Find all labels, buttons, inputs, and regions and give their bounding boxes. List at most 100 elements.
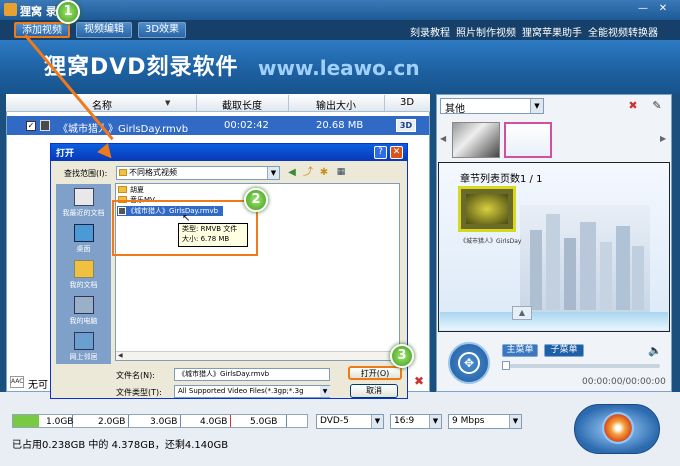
building-shape — [616, 226, 630, 310]
new-folder-icon[interactable]: ✱ — [318, 166, 330, 179]
network-icon[interactable] — [74, 332, 94, 350]
chevron-down-icon: ▼ — [530, 99, 543, 113]
app-logo-icon — [4, 3, 17, 16]
chapter-thumbnail-image — [466, 194, 508, 224]
recent-documents-icon[interactable] — [74, 188, 94, 206]
delete-icon[interactable]: ✖ — [412, 374, 426, 388]
scroll-left-icon[interactable]: ◀ — [118, 352, 123, 359]
dialog-close-button[interactable]: ✕ — [390, 146, 403, 159]
3d-effect-button[interactable]: 3D效果 — [138, 22, 186, 38]
title-bar — [0, 0, 680, 20]
edit-video-button[interactable]: 视频编辑 — [76, 22, 132, 38]
column-divider — [288, 95, 289, 111]
cancel-button[interactable]: 取消 — [350, 384, 398, 398]
step-badge: 1 — [56, 0, 80, 24]
thumb-prev-icon[interactable]: ◀ — [440, 124, 448, 154]
aspect-value: 16:9 — [394, 416, 415, 426]
column-divider — [384, 95, 385, 111]
place-my-documents[interactable]: 我的文档 — [56, 280, 111, 290]
up-folder-icon[interactable]: ⤴ — [302, 166, 314, 179]
place-my-computer[interactable]: 我的电脑 — [56, 316, 111, 326]
chevron-down-icon: ▼ — [267, 167, 279, 179]
capacity-tick-label: 2.0GB — [98, 417, 126, 427]
row-checkbox[interactable]: ✓ — [26, 121, 36, 131]
chevron-down-icon: ▼ — [371, 415, 383, 428]
minimize-icon[interactable]: — — [636, 3, 650, 16]
page-up-icon[interactable]: ▲ — [512, 306, 532, 320]
step-badge: 3 — [390, 344, 414, 368]
edit-template-icon[interactable]: ✎ — [650, 99, 664, 113]
audio-label: 无可 — [28, 380, 48, 391]
progress-handle[interactable] — [502, 361, 510, 370]
close-icon[interactable]: ✕ — [656, 3, 670, 16]
desktop-icon[interactable] — [74, 224, 94, 242]
thumb-next-icon[interactable]: ▶ — [660, 124, 668, 154]
capacity-tick-label: 3.0GB — [150, 417, 178, 427]
disc-type-select[interactable]: DVD-5 ▼ — [316, 414, 384, 429]
chevron-down-icon: ▼ — [429, 415, 441, 428]
folder-icon — [118, 186, 127, 193]
tab-main-menu[interactable]: 主菜单 — [502, 344, 538, 357]
link-apple-helper[interactable]: 狸窝苹果助手 — [522, 24, 582, 39]
column-size[interactable]: 输出大小 — [316, 97, 356, 112]
playback-progress[interactable] — [502, 364, 660, 368]
disc-usage-text: 已占用0.238GB 中的 4.378GB，还剩4.140GB — [12, 440, 229, 451]
timecode: 00:00:00/00:00:00 — [582, 377, 666, 387]
horizontal-scrollbar[interactable] — [116, 351, 399, 360]
capacity-limit-marker — [230, 415, 231, 427]
view-menu-icon[interactable]: ▦ — [334, 166, 348, 179]
open-button[interactable]: 打开(O) — [348, 366, 402, 380]
remove-template-icon[interactable]: ✖ — [626, 99, 640, 113]
capacity-tick — [128, 415, 129, 427]
link-burn-tutorial[interactable]: 刻录教程 — [410, 24, 450, 39]
water-strip — [440, 312, 668, 330]
link-video-converter[interactable]: 全能视频转换器 — [588, 24, 658, 39]
filename-input[interactable]: 《城市猎人》GirlsDay.rmvb — [174, 368, 330, 381]
aspect-select[interactable]: 16:9 ▼ — [390, 414, 442, 429]
column-length[interactable]: 截取长度 — [222, 97, 262, 112]
capacity-tick-label: 4.0GB — [200, 417, 228, 427]
3d-toggle-icon[interactable]: 3D — [396, 119, 416, 132]
file-name-cell: 《城市猎人》GirlsDay.rmvb — [58, 124, 189, 135]
file-length-cell: 00:02:42 — [224, 120, 269, 131]
menu-template-select[interactable]: 其他 ▼ — [440, 98, 544, 115]
add-video-button[interactable]: 添加视频 — [14, 22, 70, 38]
capacity-tick — [286, 415, 287, 427]
chevron-down-icon[interactable]: ▼ — [320, 386, 330, 397]
capacity-tick-label: 1.0GB — [46, 417, 74, 427]
link-photo-video[interactable]: 照片制作视频 — [456, 24, 516, 39]
building-shape — [564, 238, 576, 310]
filetype-label: 文件类型(T): — [116, 388, 162, 397]
burn-disc-icon — [602, 412, 634, 444]
column-name[interactable]: 名称 — [92, 97, 112, 112]
tab-sub-menu[interactable]: 子菜单 — [544, 344, 584, 357]
building-shape — [600, 242, 612, 310]
place-recent[interactable]: 我最近的文档 — [56, 208, 111, 218]
video-file-icon — [40, 120, 50, 131]
bitrate-select[interactable]: 9 Mbps ▼ — [448, 414, 522, 429]
template-thumb-selected[interactable] — [504, 122, 552, 158]
folder-entry[interactable]: 胡夏 — [130, 185, 144, 195]
place-desktop[interactable]: 桌面 — [56, 244, 111, 254]
volume-icon[interactable]: 🔈 — [648, 344, 662, 357]
file-list-header — [6, 94, 430, 112]
template-thumb[interactable] — [452, 122, 500, 158]
file-highlight-box — [112, 200, 258, 256]
my-documents-icon[interactable] — [74, 260, 94, 278]
place-network[interactable]: 网上邻居 — [56, 352, 111, 362]
banner-title: 狸窝DVD刻录软件 — [44, 55, 239, 80]
file-size-cell: 20.68 MB — [316, 120, 364, 131]
column-3d[interactable]: 3D — [400, 97, 414, 108]
my-computer-icon[interactable] — [74, 296, 94, 314]
lookin-select[interactable]: 不同格式视频 ▼ — [116, 166, 280, 180]
building-shape — [546, 214, 560, 310]
lookin-label: 查找范围(I): — [64, 169, 108, 178]
back-icon[interactable]: ◀ — [286, 166, 298, 179]
folder-icon — [119, 169, 127, 176]
building-shape — [580, 222, 596, 310]
dialog-title: 打开 — [56, 149, 75, 159]
dialog-help-button[interactable]: ? — [374, 146, 387, 159]
navigation-arrows-icon: ✥ — [458, 352, 480, 374]
filetype-select[interactable]: All Supported Video Files(*.3gp;*.3g — [174, 385, 330, 398]
lookin-value: 不同格式视频 — [129, 168, 177, 177]
